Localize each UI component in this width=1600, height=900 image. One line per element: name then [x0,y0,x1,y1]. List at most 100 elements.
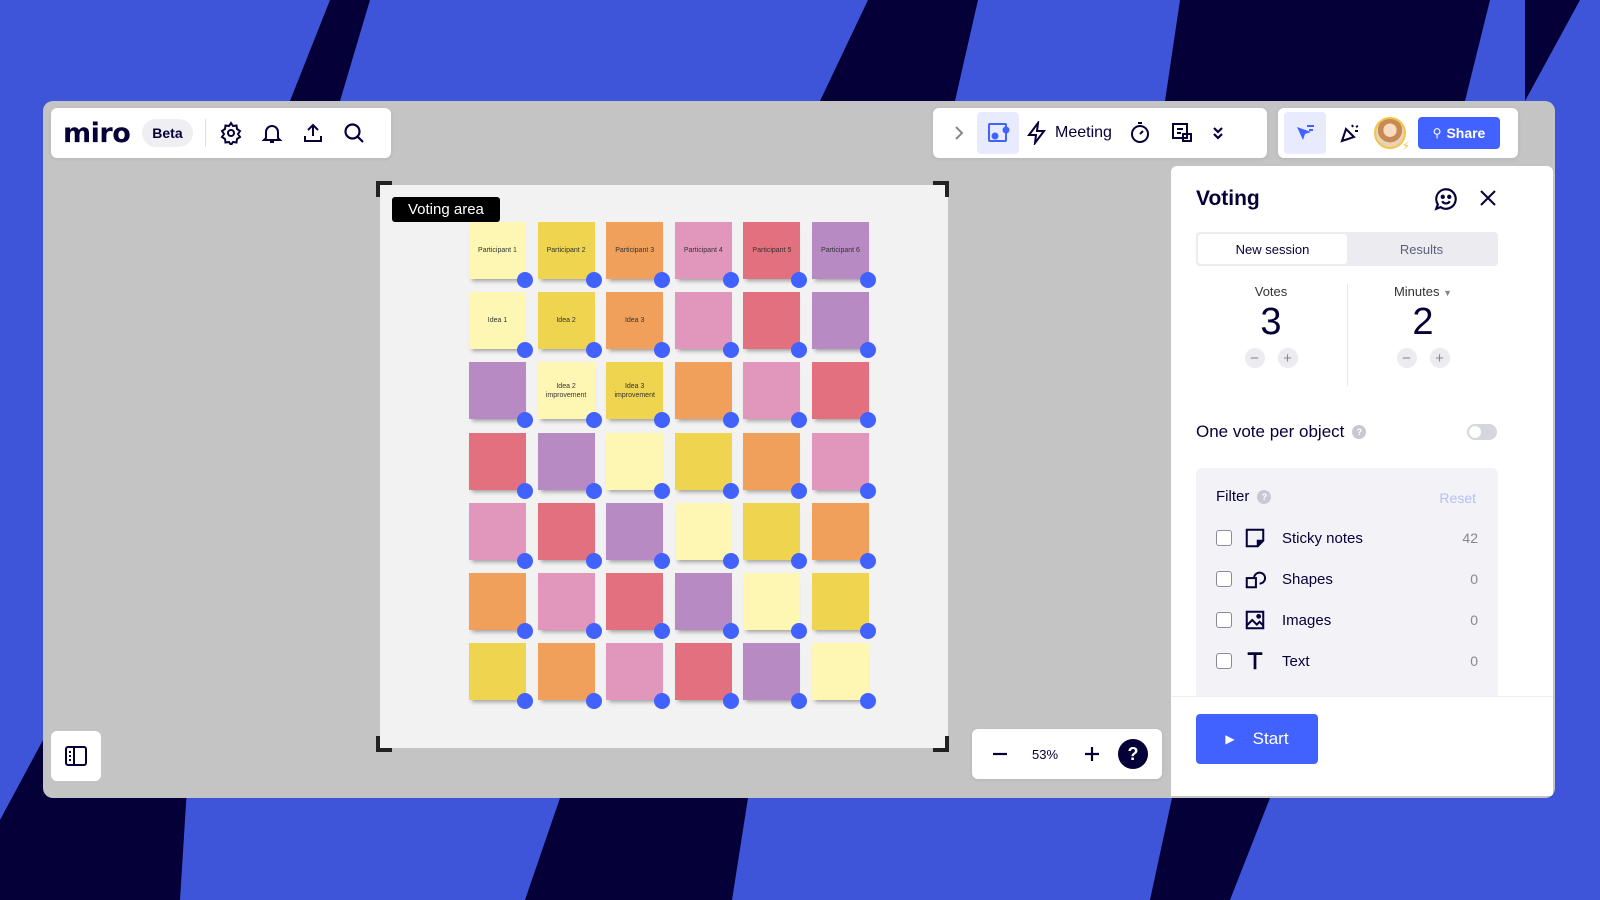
filter-item[interactable]: Images 0 [1216,605,1478,635]
minutes-value[interactable]: 2 [1348,301,1498,344]
sticky-note[interactable] [674,292,732,350]
sticky-note[interactable] [537,432,595,490]
frame-presence-icon[interactable] [977,112,1019,154]
sticky-note[interactable] [469,502,526,560]
vote-dot-icon[interactable] [722,552,739,569]
vote-dot-icon[interactable] [585,412,602,429]
sticky-note[interactable] [812,573,869,630]
votes-value[interactable]: 3 [1196,301,1346,344]
filter-reset-button[interactable]: Reset [1439,490,1476,506]
search-icon[interactable] [338,115,369,151]
sticky-note[interactable] [674,362,732,420]
vote-dot-icon[interactable] [722,272,739,288]
frame-corner[interactable] [376,736,392,752]
sticky-note[interactable]: Participant 6 [812,222,869,279]
tab-results[interactable]: Results [1347,234,1496,264]
sticky-note[interactable] [469,643,526,701]
votes-increment-button[interactable]: + [1277,348,1298,368]
vote-dot-icon[interactable] [585,342,602,359]
chevron-double-down-icon[interactable] [1206,115,1230,151]
frame-label[interactable]: Voting area [392,197,500,222]
sticky-note[interactable] [743,573,801,630]
help-icon[interactable]: ? [1257,489,1272,504]
sticky-note[interactable] [606,502,664,560]
vote-dot-icon[interactable] [654,482,671,499]
sticky-note[interactable]: Idea 3 improvement [606,362,664,420]
sticky-note[interactable] [674,502,732,560]
vote-dot-icon[interactable] [585,272,602,288]
one-vote-per-object-toggle[interactable] [1467,424,1497,440]
sticky-note[interactable] [743,432,801,490]
frame-corner[interactable] [933,736,949,752]
meeting-button[interactable]: Meeting [1025,121,1112,145]
vote-dot-icon[interactable] [860,552,876,569]
sticky-note[interactable]: Participant 1 [469,222,526,279]
settings-icon[interactable] [215,115,246,151]
avatar[interactable]: ⚡ [1374,117,1410,153]
miro-logo[interactable]: miro [63,118,131,149]
vote-dot-icon[interactable] [517,623,533,639]
sticky-note[interactable]: Participant 3 [606,222,664,279]
minutes-decrement-button[interactable]: − [1396,348,1417,368]
filter-item[interactable]: Sticky notes 42 [1216,523,1478,553]
sticky-note[interactable] [469,362,526,420]
sticky-note[interactable] [674,643,732,701]
sticky-note[interactable] [674,573,732,630]
vote-dot-icon[interactable] [517,482,533,499]
chevron-right-icon[interactable] [947,115,971,151]
sticky-note[interactable] [469,573,526,630]
sticky-note[interactable] [537,502,595,560]
zoom-out-button[interactable] [982,736,1018,772]
filter-checkbox[interactable] [1216,612,1232,628]
vote-dot-icon[interactable] [722,482,739,499]
sticky-note[interactable] [743,643,801,701]
minutes-dropdown[interactable]: Minutes ▼ [1348,284,1498,299]
upload-icon[interactable] [297,115,328,151]
vote-dot-icon[interactable] [517,552,533,569]
vote-dot-icon[interactable] [585,552,602,569]
vote-dot-icon[interactable] [585,482,602,499]
reaction-chat-icon[interactable] [1433,186,1459,217]
sticky-note[interactable]: Idea 2 [537,292,595,350]
sticky-note[interactable] [674,432,732,490]
board-panel-button[interactable] [51,731,101,781]
start-voting-button[interactable]: ▶ Start [1196,714,1318,764]
bell-icon[interactable] [256,115,287,151]
vote-dot-icon[interactable] [585,623,602,639]
sticky-note[interactable]: Idea 1 [469,292,526,350]
sticky-note[interactable] [537,573,595,630]
celebrate-icon[interactable] [1332,115,1368,151]
frame-corner[interactable] [933,181,949,197]
sticky-note[interactable] [743,362,801,420]
vote-dot-icon[interactable] [860,623,876,639]
sticky-note[interactable] [812,292,869,350]
vote-dot-icon[interactable] [722,342,739,359]
help-icon[interactable]: ? [1352,425,1367,439]
share-button[interactable]: ⚲ Share [1418,117,1500,149]
sticky-note[interactable] [812,643,869,701]
vote-dot-icon[interactable] [860,482,876,499]
sticky-note[interactable]: Participant 4 [674,222,732,279]
cursor-filter-icon[interactable] [1284,112,1326,154]
sticky-note[interactable] [606,643,664,701]
sticky-note[interactable] [606,573,664,630]
help-button[interactable]: ? [1118,739,1148,769]
vote-dot-icon[interactable] [517,272,533,288]
vote-dot-icon[interactable] [791,482,808,499]
close-icon[interactable] [1476,186,1500,215]
sticky-note[interactable] [743,502,801,560]
sticky-note[interactable]: Participant 2 [537,222,595,279]
sticky-note[interactable] [469,432,526,490]
sticky-note[interactable] [812,432,869,490]
timer-icon[interactable] [1122,115,1158,151]
vote-dot-icon[interactable] [585,693,602,710]
vote-dot-icon[interactable] [722,623,739,639]
sticky-note[interactable] [537,643,595,701]
votes-decrement-button[interactable]: − [1244,348,1265,368]
vote-dot-icon[interactable] [722,693,739,710]
filter-checkbox[interactable] [1216,571,1232,587]
frame-corner[interactable] [376,181,392,197]
sticky-note[interactable] [606,432,664,490]
zoom-in-button[interactable] [1074,736,1110,772]
sticky-note[interactable] [812,502,869,560]
